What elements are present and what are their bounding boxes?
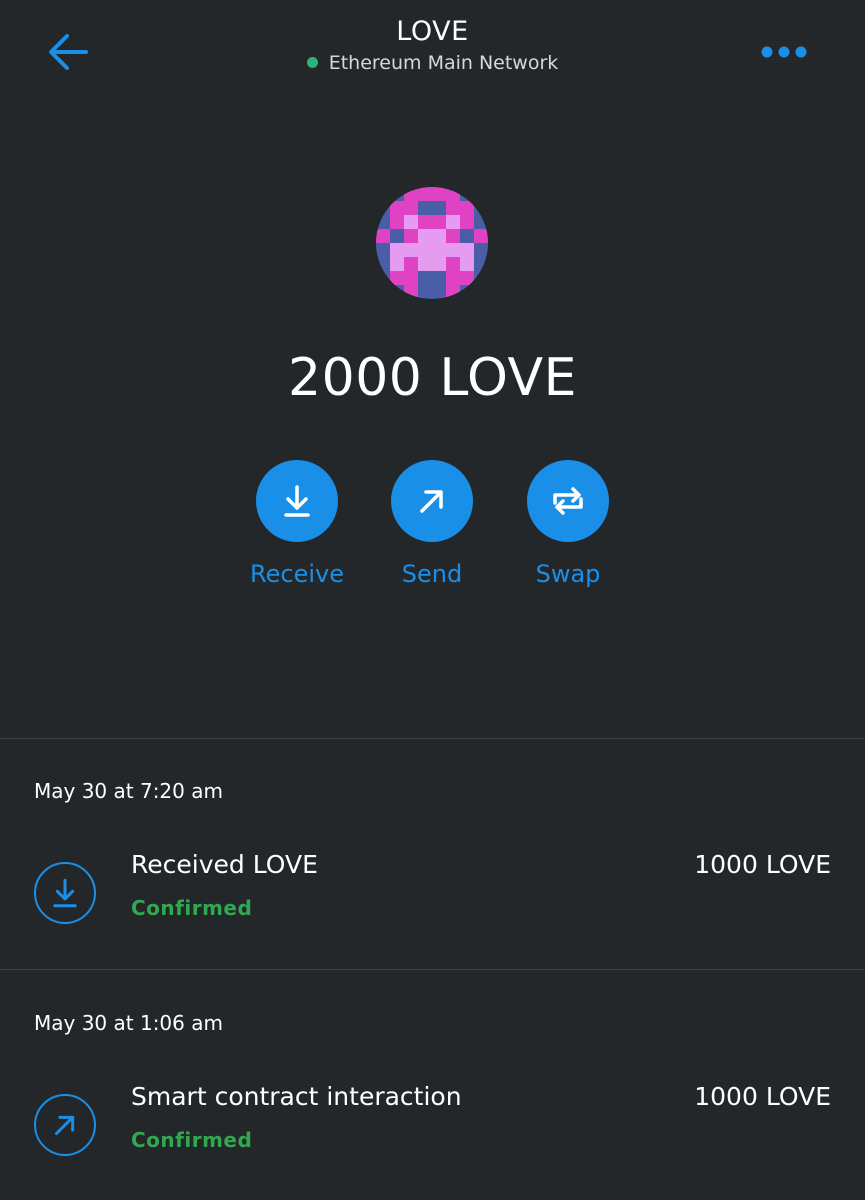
- divider: [0, 738, 865, 739]
- transaction-amount: 1000 LOVE: [694, 1082, 831, 1111]
- transaction-icon: [34, 1094, 96, 1156]
- token-logo-icon: [376, 187, 488, 299]
- network-indicator: Ethereum Main Network: [0, 52, 865, 74]
- receive-icon: [284, 485, 310, 517]
- send-button[interactable]: Send: [362, 460, 502, 600]
- page-title: LOVE: [396, 16, 469, 47]
- send-arrow-icon: [55, 1115, 75, 1135]
- transaction-status: Confirmed: [131, 896, 253, 920]
- transaction-date: May 30 at 1:06 am: [34, 1011, 223, 1035]
- swap-icon: [553, 487, 583, 515]
- transaction-date: May 30 at 7:20 am: [34, 779, 223, 803]
- transaction-row[interactable]: Received LOVE Confirmed 1000 LOVE: [0, 850, 865, 962]
- divider: [0, 969, 865, 970]
- receive-button-circle[interactable]: [256, 460, 338, 542]
- transaction-row[interactable]: Smart contract interaction Confirmed 100…: [0, 1082, 865, 1194]
- receive-label: Receive: [250, 560, 344, 588]
- more-horizontal-icon: [761, 46, 807, 58]
- transaction-status: Confirmed: [131, 1128, 253, 1152]
- token-detail-screen: LOVE Ethereum Main Network 2000 LOVE Rec…: [0, 0, 865, 1200]
- send-arrow-icon: [420, 490, 443, 513]
- transaction-amount: 1000 LOVE: [694, 850, 831, 879]
- more-options-button[interactable]: [754, 30, 814, 74]
- transaction-title: Smart contract interaction: [131, 1082, 462, 1111]
- token-balance: 2000 LOVE: [288, 348, 577, 408]
- send-button-circle[interactable]: [391, 460, 473, 542]
- swap-label: Swap: [535, 560, 601, 588]
- transaction-title: Received LOVE: [131, 850, 318, 879]
- token-identicon: [376, 187, 488, 299]
- send-label: Send: [401, 560, 463, 588]
- swap-button-circle[interactable]: [527, 460, 609, 542]
- header: LOVE Ethereum Main Network: [0, 0, 865, 100]
- swap-button[interactable]: Swap: [498, 460, 638, 600]
- network-status-dot: [306, 57, 318, 68]
- receive-button[interactable]: Receive: [227, 460, 367, 600]
- transaction-icon: [34, 862, 96, 924]
- network-name: Ethereum Main Network: [328, 52, 559, 74]
- receive-icon: [53, 878, 77, 908]
